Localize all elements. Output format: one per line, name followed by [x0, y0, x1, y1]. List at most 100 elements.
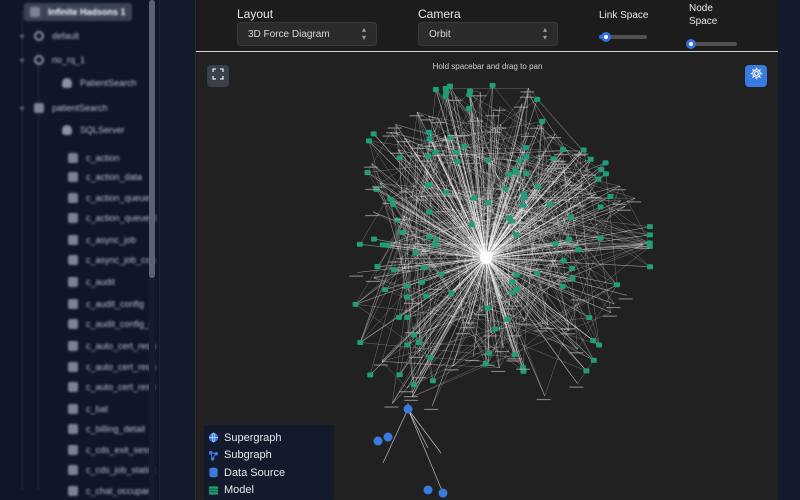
- model-node[interactable]: [583, 368, 590, 374]
- model-node[interactable]: [560, 147, 567, 153]
- model-node[interactable]: [546, 202, 553, 208]
- model-node[interactable]: [482, 361, 489, 367]
- sidebar-item-model[interactable]: c_auto_cert_requ: [68, 358, 156, 376]
- model-node[interactable]: [364, 169, 371, 175]
- model-node[interactable]: [602, 160, 609, 166]
- sidebar-scrollbar-thumb[interactable]: [149, 0, 155, 278]
- model-node[interactable]: [365, 138, 372, 144]
- model-node[interactable]: [379, 242, 386, 248]
- sidebar-item-model[interactable]: c_audit_config_n: [68, 315, 154, 333]
- model-node[interactable]: [427, 355, 434, 361]
- model-node[interactable]: [523, 170, 530, 176]
- data-source-node[interactable]: [373, 436, 383, 446]
- model-node[interactable]: [426, 234, 433, 240]
- model-node[interactable]: [432, 149, 439, 155]
- model-node[interactable]: [590, 357, 597, 363]
- model-node[interactable]: [597, 204, 604, 210]
- sidebar-item-model[interactable]: c_action_queue: [68, 189, 150, 207]
- sidebar-item-db[interactable]: SQLServer: [62, 121, 125, 139]
- model-node[interactable]: [539, 118, 546, 124]
- sidebar-item-model[interactable]: c_auto_cert_requ: [68, 337, 156, 355]
- model-node[interactable]: [370, 236, 377, 242]
- model-node[interactable]: [425, 153, 432, 159]
- model-node[interactable]: [356, 241, 363, 247]
- model-node[interactable]: [506, 171, 513, 177]
- model-node[interactable]: [426, 181, 433, 187]
- model-node[interactable]: [403, 294, 410, 300]
- sidebar-item-model[interactable]: c_auto_cert_resp: [68, 378, 156, 396]
- model-node[interactable]: [569, 265, 576, 271]
- sidebar-item-model[interactable]: c_cds_job_statist: [68, 461, 155, 479]
- model-node[interactable]: [647, 264, 654, 270]
- model-node[interactable]: [513, 232, 520, 238]
- model-node[interactable]: [506, 215, 513, 221]
- model-node[interactable]: [534, 184, 541, 190]
- model-node[interactable]: [489, 82, 496, 88]
- model-node[interactable]: [412, 250, 419, 256]
- model-node[interactable]: [390, 201, 397, 207]
- model-node[interactable]: [466, 92, 473, 98]
- model-node[interactable]: [352, 301, 359, 307]
- chevron-down-icon[interactable]: ▾: [20, 56, 28, 65]
- model-node[interactable]: [520, 194, 527, 200]
- model-node[interactable]: [516, 158, 523, 164]
- model-node[interactable]: [512, 167, 519, 173]
- model-node[interactable]: [418, 279, 425, 285]
- model-node[interactable]: [485, 157, 492, 163]
- model-node[interactable]: [382, 287, 389, 293]
- sidebar-item-model[interactable]: c_chat_occupan: [68, 482, 152, 500]
- model-node[interactable]: [566, 236, 573, 242]
- model-node[interactable]: [646, 224, 653, 230]
- sidebar-item-db[interactable]: PatientSearch: [62, 74, 137, 92]
- chevron-down-icon[interactable]: ▾: [20, 104, 28, 113]
- model-node[interactable]: [448, 290, 455, 296]
- model-node[interactable]: [426, 209, 433, 215]
- model-node[interactable]: [559, 283, 566, 289]
- model-node[interactable]: [390, 267, 397, 273]
- model-node[interactable]: [357, 339, 364, 345]
- model-node[interactable]: [587, 156, 594, 162]
- model-node[interactable]: [568, 214, 575, 220]
- sidebar-item-model[interactable]: c_async_job_con: [68, 251, 156, 269]
- model-node[interactable]: [552, 241, 559, 247]
- model-node[interactable]: [367, 372, 374, 378]
- model-node[interactable]: [586, 315, 593, 321]
- model-node[interactable]: [509, 289, 516, 295]
- model-node[interactable]: [438, 271, 445, 277]
- model-node[interactable]: [597, 235, 604, 241]
- sidebar-item-model[interactable]: c_action_queue_l: [68, 209, 157, 227]
- model-node[interactable]: [468, 222, 475, 228]
- model-node[interactable]: [522, 145, 529, 151]
- model-node[interactable]: [453, 149, 460, 155]
- sidebar-item-model[interactable]: c_audit: [68, 273, 115, 291]
- model-node[interactable]: [502, 186, 509, 192]
- model-node[interactable]: [443, 189, 450, 195]
- graph-canvas[interactable]: Hold spacebar and drag to pan Supergraph…: [196, 53, 779, 500]
- model-node[interactable]: [396, 372, 403, 378]
- sidebar-item-model[interactable]: c_audit_config: [68, 295, 144, 313]
- sidebar-item-model[interactable]: c_action: [68, 149, 120, 167]
- model-node[interactable]: [492, 326, 499, 332]
- model-node[interactable]: [420, 265, 427, 271]
- model-node[interactable]: [385, 242, 392, 248]
- model-node[interactable]: [485, 200, 492, 206]
- model-node[interactable]: [595, 176, 602, 182]
- model-node[interactable]: [410, 382, 417, 388]
- model-node[interactable]: [598, 167, 605, 173]
- model-node[interactable]: [607, 194, 614, 200]
- node-space-slider[interactable]: [686, 39, 737, 49]
- camera-select[interactable]: Orbit ▴ ▾: [418, 22, 558, 46]
- node-space-slider-handle[interactable]: [686, 39, 697, 49]
- model-node[interactable]: [534, 96, 541, 102]
- settings-button[interactable]: [745, 65, 767, 87]
- model-node[interactable]: [511, 352, 518, 358]
- model-node[interactable]: [646, 232, 653, 238]
- model-node[interactable]: [429, 378, 436, 384]
- sidebar-item-model[interactable]: c_async_job: [68, 231, 136, 249]
- model-node[interactable]: [523, 154, 530, 160]
- model-node[interactable]: [396, 314, 403, 320]
- model-node[interactable]: [602, 171, 609, 177]
- hub-node[interactable]: [480, 252, 492, 264]
- model-node[interactable]: [534, 270, 541, 276]
- model-node[interactable]: [431, 242, 438, 248]
